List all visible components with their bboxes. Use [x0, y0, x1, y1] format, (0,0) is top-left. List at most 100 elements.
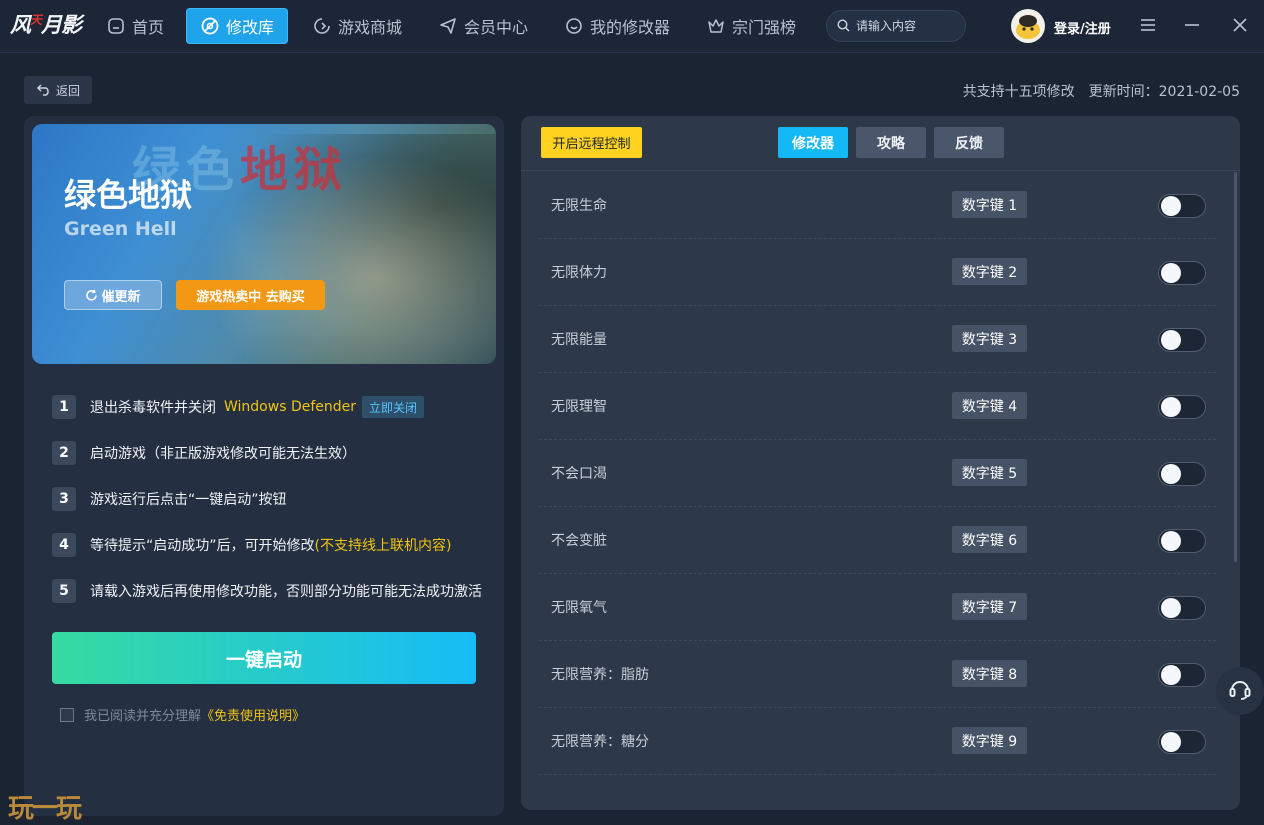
back-button[interactable]: 返回 [24, 76, 92, 104]
tab-trainer[interactable]: 修改器 [778, 127, 848, 158]
step-5: 5 请载入游戏后再使用修改功能，否则部分功能可能无法成功激活 [52, 578, 482, 604]
game-title: 绿色地狱 [64, 176, 193, 214]
game-info-panel: 绿色地狱 绿色地狱 Green Hell 催更新 游戏热卖中 去购买 1 退出杀… [24, 116, 504, 816]
login-register-link[interactable]: 登录/注册 [1054, 18, 1111, 37]
tab-feedback[interactable]: 反馈 [934, 127, 1004, 158]
menu-icon[interactable] [1137, 14, 1159, 36]
cheat-toggle[interactable] [1158, 261, 1206, 285]
close-defender-button[interactable]: 立即关闭 [362, 396, 425, 418]
toggle-knob [1161, 464, 1181, 484]
search-box[interactable] [826, 10, 966, 42]
search-icon [837, 17, 850, 36]
hotkey-badge: 数字键 7 [952, 593, 1027, 620]
request-update-button[interactable]: 催更新 [64, 280, 162, 310]
cheat-name: 无限氧气 [551, 599, 607, 616]
cheat-row: 无限体力 数字键 2 [539, 238, 1216, 306]
defender-highlight: Windows Defender [224, 399, 357, 415]
customer-service-button[interactable] [1216, 667, 1264, 715]
nav-home[interactable]: 首页 [106, 8, 164, 44]
cheat-list-scrollbar[interactable] [1234, 172, 1237, 562]
game-banner: 绿色地狱 绿色地狱 Green Hell 催更新 游戏热卖中 去购买 [32, 124, 496, 364]
nav-my-trainers-label: 我的修改器 [590, 18, 671, 37]
nav-member-center-label: 会员中心 [464, 18, 529, 37]
search-input[interactable] [854, 18, 963, 34]
hotkey-badge: 数字键 5 [952, 459, 1027, 486]
logo-accent: 天 [30, 13, 42, 27]
home-icon [106, 16, 126, 36]
cheat-row: 不会变脏 数字键 6 [539, 506, 1216, 574]
hotkey-badge: 数字键 3 [952, 325, 1027, 352]
hotkey-badge: 数字键 8 [952, 660, 1027, 687]
app-logo[interactable]: 风天月影 [10, 9, 82, 39]
trainer-library-icon [200, 16, 220, 36]
back-arrow-icon [36, 82, 56, 99]
cheat-row: 无限能量 数字键 3 [539, 305, 1216, 373]
cheat-toggle[interactable] [1158, 395, 1206, 419]
step-3: 3 游戏运行后点击“一键启动”按钮 [52, 486, 287, 512]
cheat-row: 不会口渴 数字键 5 [539, 439, 1216, 507]
toggle-knob [1161, 531, 1181, 551]
avatar[interactable] [1011, 9, 1045, 43]
buy-game-button[interactable]: 游戏热卖中 去购买 [176, 280, 325, 310]
step-number: 5 [52, 579, 76, 603]
one-click-start-button[interactable]: 一键启动 [52, 632, 476, 684]
step-number: 1 [52, 395, 76, 419]
hotkey-badge: 数字键 6 [952, 526, 1027, 553]
site-watermark: 玩一玩 [8, 794, 82, 824]
trainer-meta: 共支持十五项修改 更新时间：2021-02-05 [963, 81, 1240, 101]
nav-trainer-library[interactable]: 修改库 [186, 8, 289, 44]
tab-guide[interactable]: 攻略 [856, 127, 926, 158]
hotkey-badge: 数字键 1 [952, 191, 1027, 218]
support-count: 共支持十五项修改 [962, 84, 1075, 100]
cheat-toggle[interactable] [1158, 194, 1206, 218]
step-number: 2 [52, 441, 76, 465]
cheat-row: 无限营养：糖分 数字键 9 [539, 707, 1216, 775]
refresh-icon [85, 289, 98, 302]
toggle-knob [1161, 665, 1181, 685]
toggle-knob [1161, 330, 1181, 350]
logo-text: 风 [10, 13, 31, 37]
toggle-knob [1161, 397, 1181, 417]
cheat-row: 无限营养：脂肪 数字键 8 [539, 640, 1216, 708]
nav-my-trainers[interactable]: 我的修改器 [564, 8, 670, 44]
disclaimer-link[interactable]: 《免责使用说明》 [201, 705, 305, 724]
nav-sect-ranking[interactable]: 宗门强榜 [706, 8, 796, 44]
minimize-icon[interactable] [1181, 14, 1203, 36]
cheat-toggle[interactable] [1158, 730, 1206, 754]
cover-logo-b: 地狱 [240, 142, 349, 198]
trainer-panel: 开启远程控制 修改器 攻略 反馈 无限生命 数字键 1 无限体力 数字键 2 无… [521, 116, 1240, 810]
cheat-row: 无限理智 数字键 4 [539, 372, 1216, 440]
cheat-toggle[interactable] [1158, 462, 1206, 486]
cheat-toggle[interactable] [1158, 328, 1206, 352]
cheat-name: 无限能量 [551, 331, 607, 348]
back-label: 返回 [55, 83, 80, 98]
cheat-row: 无限生命 数字键 1 [539, 171, 1216, 239]
close-icon[interactable] [1229, 14, 1251, 36]
cheat-name: 无限营养：糖分 [551, 733, 649, 750]
remote-control-button[interactable]: 开启远程控制 [541, 127, 642, 158]
top-nav-bar: 风天月影 首页 修改库 游戏商城 会员中心 我的修改器 宗门强榜 请输入内容 登… [0, 0, 1264, 53]
my-trainer-icon [564, 16, 584, 36]
nav-member-center[interactable]: 会员中心 [438, 8, 528, 44]
step-text: 等待提示“启动成功”后，可开始修改 [90, 538, 315, 554]
agreement: 我已阅读并充分理解 《免责使用说明》 [60, 705, 305, 724]
trainer-panel-header: 开启远程控制 修改器 攻略 反馈 [521, 116, 1240, 171]
toggle-knob [1161, 732, 1181, 752]
cheat-name: 无限营养：脂肪 [551, 666, 649, 683]
game-subtitle: Green Hell [64, 218, 177, 240]
cheat-toggle[interactable] [1158, 529, 1206, 553]
step-4: 4 等待提示“启动成功”后，可开始修改 (不支持线上联机内容) [52, 532, 451, 558]
request-update-label: 催更新 [101, 289, 141, 305]
store-icon [312, 16, 332, 36]
cheat-name: 无限理智 [551, 398, 607, 415]
headset-icon [1227, 676, 1253, 706]
toggle-knob [1161, 598, 1181, 618]
cheat-toggle[interactable] [1158, 596, 1206, 620]
agree-checkbox[interactable] [60, 707, 74, 722]
hotkey-badge: 数字键 9 [952, 727, 1027, 754]
online-warning: (不支持线上联机内容) [314, 538, 452, 554]
cheat-name: 无限生命 [551, 197, 607, 214]
cheat-toggle[interactable] [1158, 663, 1206, 687]
hotkey-badge: 数字键 2 [952, 258, 1027, 285]
nav-game-store[interactable]: 游戏商城 [312, 8, 402, 44]
